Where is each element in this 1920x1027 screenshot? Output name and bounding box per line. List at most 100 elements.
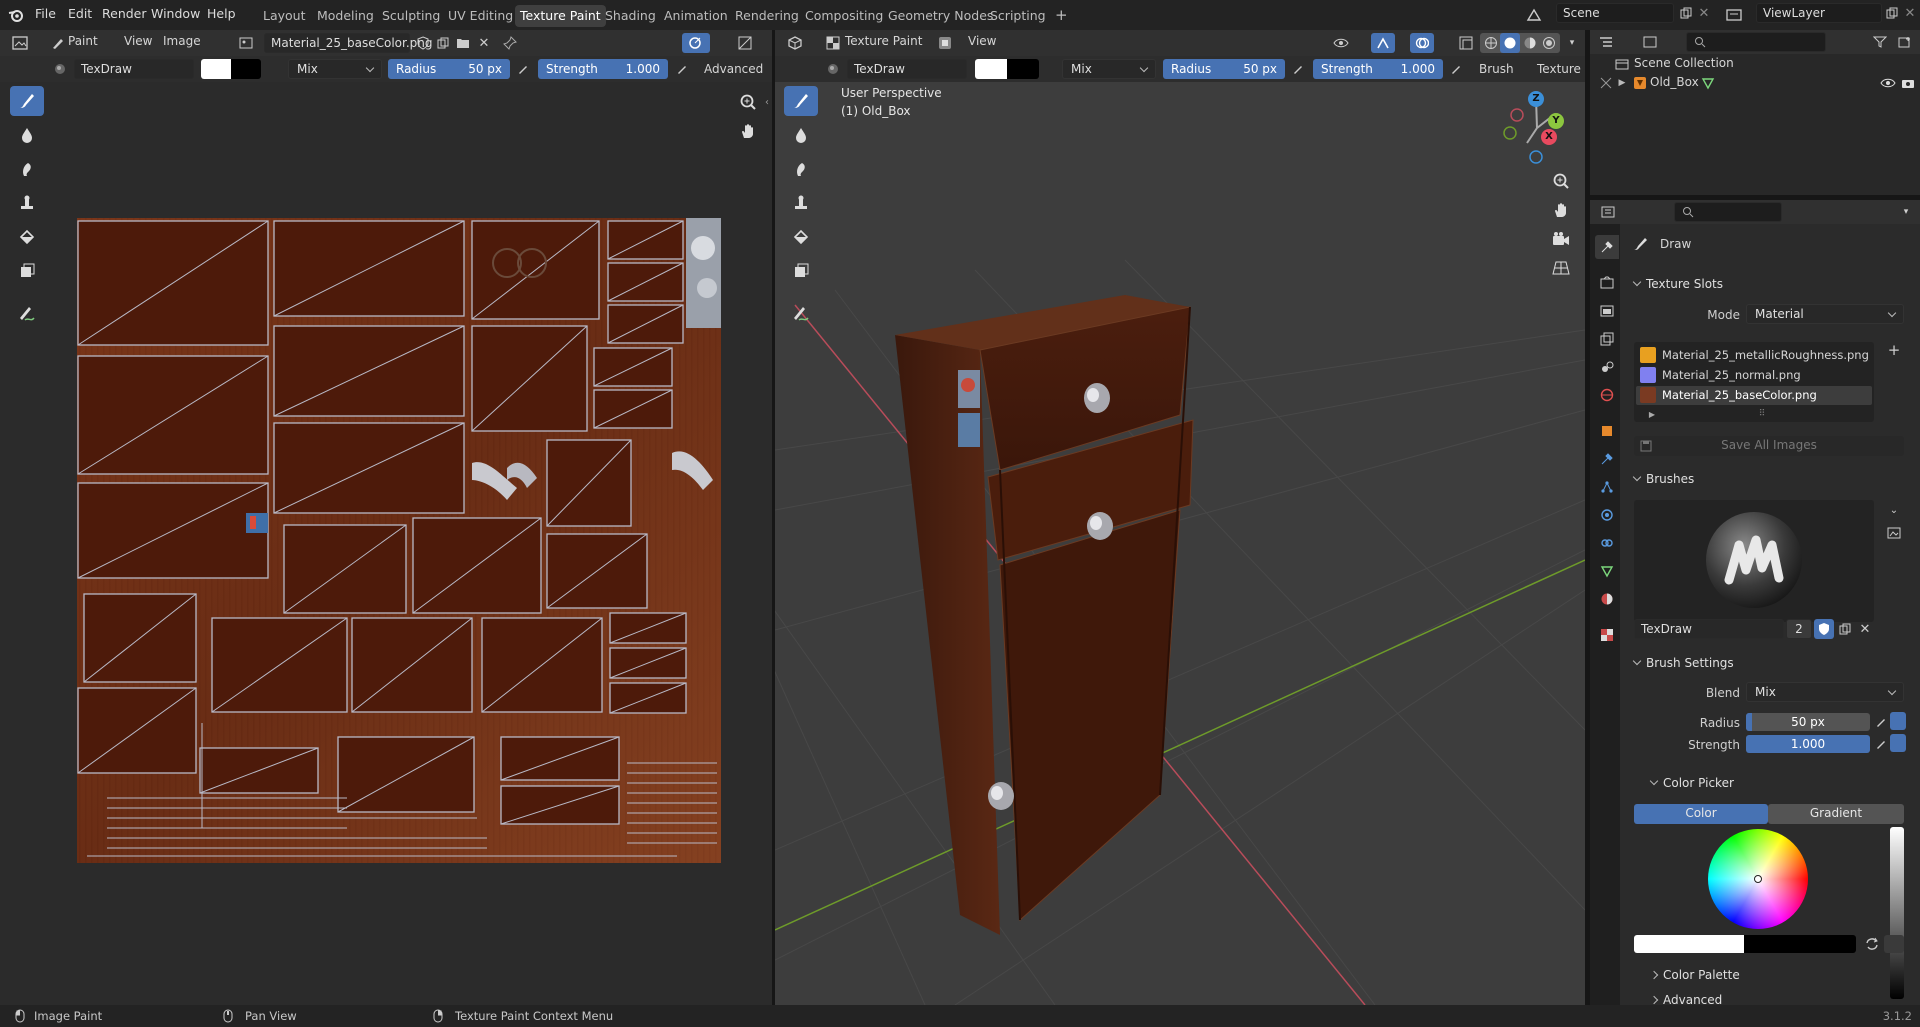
new-collection-icon[interactable] <box>1895 32 1915 52</box>
blend-mode-select[interactable]: Mix <box>288 59 382 79</box>
brush-image-icon[interactable] <box>1884 523 1904 543</box>
brush-user-count[interactable]: 2 <box>1786 619 1812 639</box>
gizmo-x-axis[interactable]: X <box>1541 129 1557 145</box>
viewport-tool-soften[interactable] <box>784 120 818 150</box>
scene-selector[interactable]: Scene <box>1556 3 1674 23</box>
duplicate-brush-icon[interactable] <box>1835 619 1855 639</box>
viewport-primary-color[interactable] <box>975 59 1007 79</box>
menu-window[interactable]: Window <box>145 0 206 30</box>
world-properties-icon[interactable] <box>1595 383 1619 407</box>
primary-color-field[interactable] <box>1634 935 1744 953</box>
new-scene-icon[interactable] <box>1676 3 1696 23</box>
3d-viewport[interactable]: Texture Paint View ▾ TexDraw Mix Radius … <box>775 30 1585 1005</box>
viewport-tool-annotate[interactable] <box>784 298 818 328</box>
menu-edit[interactable]: Edit <box>62 0 98 30</box>
tool-annotate[interactable] <box>10 298 44 328</box>
render-properties-icon[interactable] <box>1595 271 1619 295</box>
brush-name-field[interactable]: TexDraw <box>74 59 194 79</box>
new-view-layer-icon[interactable] <box>1882 3 1902 23</box>
duplicate-image-icon[interactable] <box>433 33 453 53</box>
swap-colors-icon[interactable] <box>1862 934 1882 954</box>
modifier-properties-icon[interactable] <box>1595 447 1619 471</box>
scene-properties-icon[interactable] <box>1595 355 1619 379</box>
brush-name-input[interactable]: TexDraw <box>1634 619 1784 639</box>
view-layer-selector[interactable]: ViewLayer <box>1756 3 1882 23</box>
properties-editor-icon[interactable] <box>1598 202 1618 222</box>
workspace-tab-compositing[interactable]: Compositing <box>800 5 888 27</box>
viewport-radius-pressure-icon[interactable] <box>1288 59 1308 79</box>
secondary-color-field[interactable] <box>1744 935 1856 953</box>
brush-menu[interactable]: Brush <box>1479 62 1514 76</box>
viewport-strength-slider[interactable]: Strength 1.000 <box>1313 59 1443 79</box>
color-picker-panel-header[interactable]: Color Picker <box>1643 771 1920 795</box>
strength-pressure-icon[interactable] <box>672 59 692 79</box>
workspace-tab-layout[interactable]: Layout <box>258 5 311 27</box>
texture-menu[interactable]: Texture <box>1537 62 1581 76</box>
tool-smear[interactable] <box>10 154 44 184</box>
viewport-radius-slider[interactable]: Radius 50 px <box>1163 59 1285 79</box>
brush-strength-pressure-icon[interactable] <box>1871 734 1891 754</box>
brush-radius-unit-toggle[interactable] <box>1890 712 1906 730</box>
display-channels-icon[interactable] <box>735 33 755 53</box>
gizmo-y-axis[interactable]: Y <box>1548 113 1564 129</box>
color-palette-panel-header[interactable]: Color Palette <box>1643 963 1920 987</box>
viewport-brush-icon[interactable] <box>823 59 843 79</box>
add-workspace-button[interactable]: + <box>1050 5 1073 27</box>
brush-icon[interactable] <box>50 59 70 79</box>
xray-icon[interactable] <box>1456 33 1476 53</box>
advanced-panel-header[interactable]: Advanced <box>1643 988 1920 1005</box>
view-layer-properties-icon[interactable] <box>1595 327 1619 351</box>
texture-slots-panel-header[interactable]: Texture Slots <box>1626 272 1910 296</box>
image-name-field[interactable]: Material_25_baseColor.png <box>264 33 433 53</box>
secondary-color-swatch[interactable] <box>231 59 261 79</box>
wireframe-shading-icon[interactable] <box>1481 33 1501 53</box>
filter-icon[interactable] <box>1870 32 1890 52</box>
brush-settings-panel-header[interactable]: Brush Settings <box>1626 651 1910 675</box>
properties-options-icon[interactable]: ▾ <box>1896 202 1916 222</box>
primary-color-swatch[interactable] <box>201 59 231 79</box>
mesh-data-properties-icon[interactable] <box>1595 559 1619 583</box>
viewport-tool-mask[interactable] <box>784 256 818 286</box>
object-properties-icon[interactable] <box>1595 419 1619 443</box>
color-tab[interactable]: Color <box>1634 804 1768 824</box>
color-wheel-cursor[interactable] <box>1754 875 1762 883</box>
workspace-tab-shading[interactable]: Shading <box>600 5 661 27</box>
texture-slots-mode-select[interactable]: Material <box>1746 304 1904 324</box>
workspace-tab-modeling[interactable]: Modeling <box>312 5 379 27</box>
viewport-tool-draw[interactable] <box>784 86 818 116</box>
viewport-zoom-icon[interactable] <box>1551 171 1571 191</box>
texture-image-canvas[interactable] <box>77 218 721 863</box>
visibility-eye-icon[interactable] <box>1331 33 1351 53</box>
brush-strength-field[interactable]: 1.000 <box>1746 735 1870 753</box>
menu-help[interactable]: Help <box>201 0 242 30</box>
tool-mask[interactable] <box>10 256 44 286</box>
tool-soften[interactable] <box>10 120 44 150</box>
delete-scene-icon[interactable]: ✕ <box>1694 3 1714 23</box>
expand-arrow-icon[interactable]: ▶ <box>1612 73 1632 93</box>
viewport-tool-fill[interactable] <box>784 222 818 252</box>
viewport-pan-icon[interactable] <box>1551 200 1571 220</box>
brush-blend-select[interactable]: Mix <box>1746 682 1904 702</box>
blender-logo-icon[interactable] <box>6 5 26 25</box>
hide-in-viewport-eye-icon[interactable] <box>1878 73 1898 93</box>
material-properties-icon[interactable] <box>1595 587 1619 611</box>
viewport-mode-selector[interactable]: Texture Paint <box>845 34 922 48</box>
scene-collection-label[interactable]: Scene Collection <box>1634 56 1734 70</box>
sidebar-toggle-icon[interactable]: ‹ <box>762 92 772 112</box>
viewport-brush-name-field[interactable]: TexDraw <box>847 59 967 79</box>
old-box-model[interactable] <box>890 295 1280 935</box>
workspace-tab-geometry-nodes[interactable]: Geometry Nodes <box>883 5 998 27</box>
render-camera-icon[interactable] <box>1898 73 1918 93</box>
outliner-item-old-box[interactable]: Old_Box <box>1650 75 1699 89</box>
tool-draw[interactable] <box>10 86 44 116</box>
brush-preview-area[interactable] <box>1634 500 1874 622</box>
constraints-properties-icon[interactable] <box>1595 531 1619 555</box>
zoom-icon[interactable] <box>738 92 758 112</box>
outliner-editor-icon[interactable] <box>1596 32 1616 52</box>
strength-slider[interactable]: Strength 1.000 <box>538 59 668 79</box>
texture-slot-metallic[interactable]: Material_25_metallicRoughness.png <box>1662 348 1869 362</box>
workspace-tab-scripting[interactable]: Scripting <box>985 5 1051 27</box>
brushes-panel-header[interactable]: Brushes <box>1626 467 1910 491</box>
workspace-tab-rendering[interactable]: Rendering <box>730 5 804 27</box>
display-mode-icon[interactable] <box>1640 32 1660 52</box>
